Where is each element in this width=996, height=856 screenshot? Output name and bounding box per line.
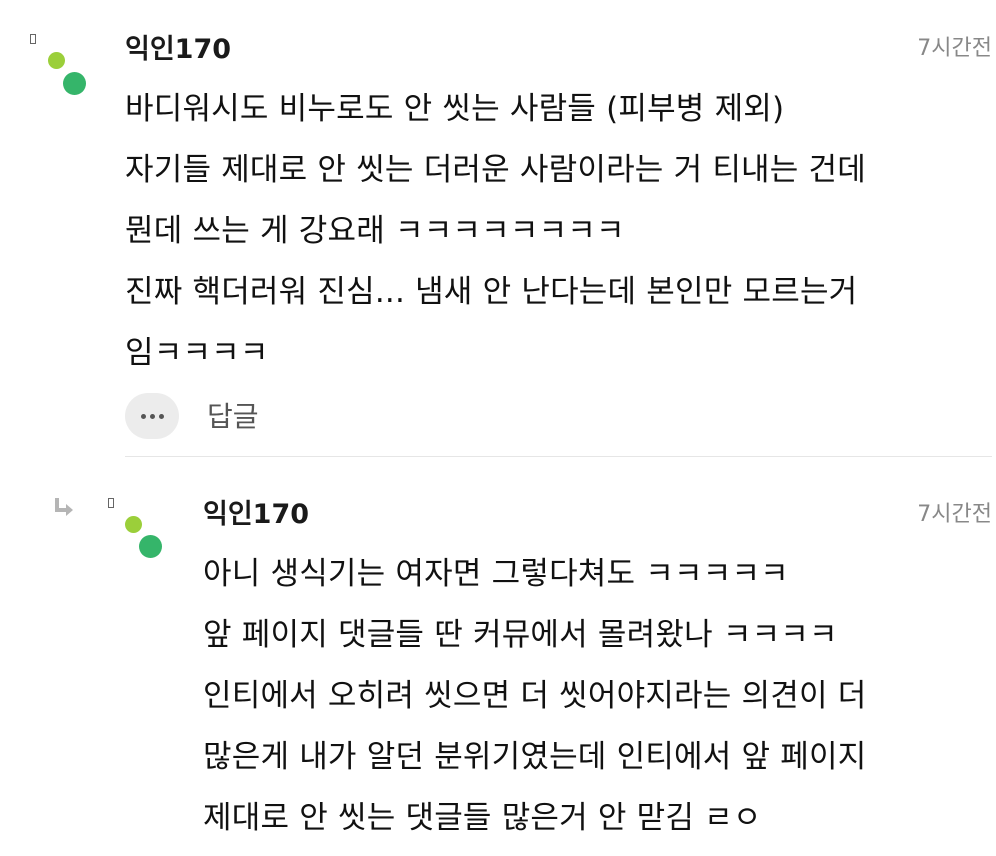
comment-author[interactable]: 익인170: [125, 27, 231, 66]
reply-comment: 익인170 7시간전 아니 생식기는 여자면 그렇다쳐도 ㅋㅋㅋㅋㅋ 앞 페이지…: [0, 458, 996, 856]
avatar-dot-large: [139, 535, 162, 558]
comment-text-line: 제대로 안 씻는 댓글들 많은거 안 맏김 ㄹㅇ: [203, 800, 762, 836]
comment-text-line: 많은게 내가 알던 분위기였는데 인티에서 앞 페이지: [203, 739, 867, 775]
avatar-dot-small: [125, 516, 142, 533]
comment-text-line: 바디워시도 비누로도 안 씻는 사람들 (피부병 제외): [125, 91, 785, 127]
comment-text-line: 진짜 핵더러워 진심... 냄새 안 난다는데 본인만 모르는거: [125, 274, 858, 310]
avatar-dot-small: [48, 52, 65, 69]
reply-arrow-icon: [55, 498, 73, 516]
comment-time: 7시간전: [917, 36, 992, 61]
comment-text-line: 앞 페이지 댓글들 딴 커뮤에서 몰려왔나 ㅋㅋㅋㅋ: [203, 617, 838, 653]
comment-text-line: 인티에서 오히려 씻으면 더 씻어야지라는 의견이 더: [203, 678, 867, 714]
comment-text-line: 아니 생식기는 여자면 그렇다쳐도 ㅋㅋㅋㅋㅋ: [203, 556, 789, 592]
ellipsis-icon: [140, 413, 146, 419]
ellipsis-dot: [149, 413, 155, 419]
more-options-button[interactable]: [125, 393, 179, 439]
avatar[interactable]: [108, 498, 162, 558]
avatar-dot-large: [63, 72, 86, 95]
comment-author[interactable]: 익인170: [203, 492, 309, 531]
avatar[interactable]: [30, 34, 86, 95]
comment-time: 7시간전: [917, 502, 992, 527]
avatar-square-icon: [30, 34, 36, 44]
comment-text-line: 임ㅋㅋㅋㅋ: [125, 335, 269, 371]
comment-text-line: 뭔데 쓰는 게 강요래 ㅋㅋㅋㅋㅋㅋㅋㅋ: [125, 213, 625, 249]
divider: [125, 456, 992, 457]
ellipsis-dot: [158, 413, 164, 419]
avatar-square-icon: [108, 498, 114, 508]
reply-button[interactable]: 답글: [207, 395, 259, 435]
comment: 익인170 7시간전 바디워시도 비누로도 안 씻는 사람들 (피부병 제외) …: [0, 0, 996, 458]
comment-text-line: 자기들 제대로 안 씻는 더러운 사람이라는 거 티내는 건데: [125, 152, 866, 188]
